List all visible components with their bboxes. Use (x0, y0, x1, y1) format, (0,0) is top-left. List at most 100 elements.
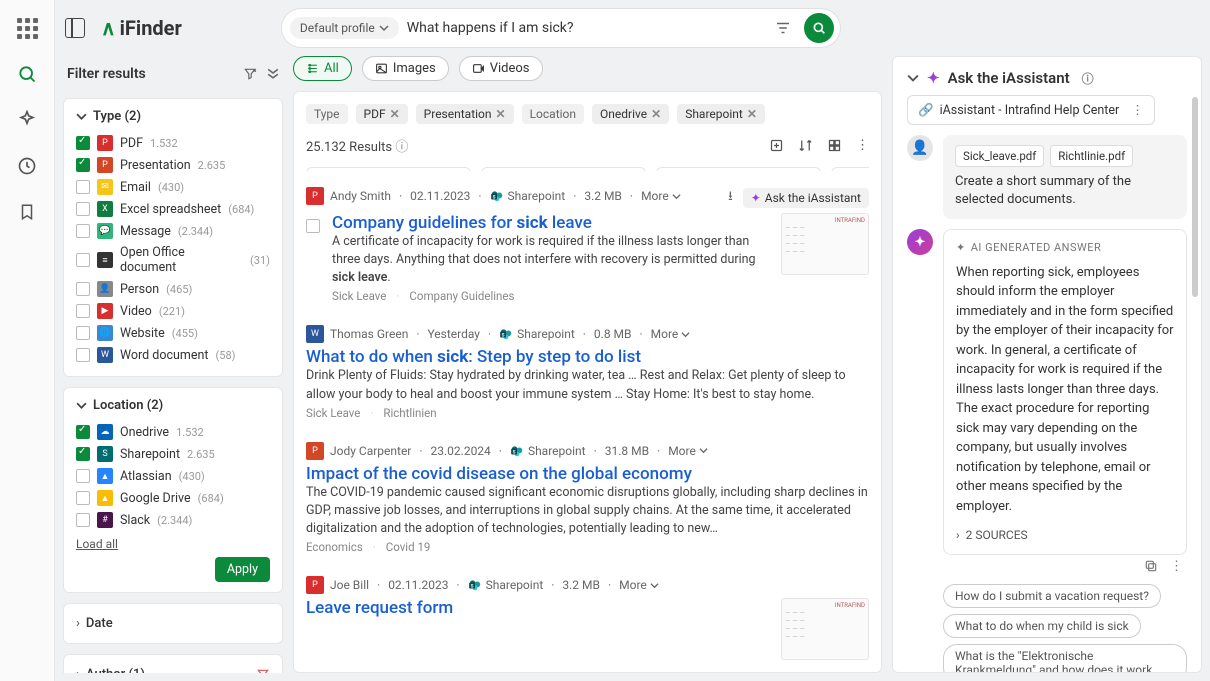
tab-videos[interactable]: Videos (459, 56, 543, 81)
collapse-filters-icon[interactable] (267, 67, 279, 81)
result-tag[interactable]: Sick Leave (332, 289, 386, 303)
result-tag[interactable]: Richtlinien (383, 406, 436, 420)
suggestion-chip[interactable]: What to do when my child is sick (943, 614, 1141, 638)
export-icon[interactable] (769, 138, 784, 153)
facet-item[interactable]: ✉ Email (430) (76, 176, 270, 198)
checkbox[interactable] (76, 180, 90, 194)
facet-item[interactable]: ▲ Atlassian (430) (76, 465, 270, 487)
checkbox[interactable] (76, 224, 90, 238)
checkbox[interactable] (76, 304, 90, 318)
doc-chip[interactable]: Richtlinie.pdf (1050, 145, 1133, 167)
chip-presentation[interactable]: Presentation✕ (416, 104, 514, 124)
facet-item[interactable]: 💬 Message (2.344) (76, 220, 270, 242)
download-icon[interactable]: ⭳ (728, 187, 733, 209)
result-tag[interactable]: Covid 19 (386, 540, 431, 554)
facet-item[interactable]: 👤 Person (465) (76, 278, 270, 300)
more-icon[interactable]: ⋮ (856, 138, 869, 153)
result-more[interactable]: More (651, 327, 691, 341)
bookmark-nav-icon[interactable] (15, 200, 39, 224)
clear-filters-icon[interactable] (243, 67, 257, 81)
facet-item[interactable]: P PDF 1.532 (76, 132, 270, 154)
facet-item[interactable]: ≡ Open Office document (31) (76, 242, 270, 278)
checkbox[interactable] (76, 253, 90, 267)
sort-icon[interactable] (256, 668, 270, 674)
facet-item[interactable]: ▶ Video (221) (76, 300, 270, 322)
person-card[interactable]: 👤 Matthias Müller Director Product Marke… (481, 167, 646, 171)
search-button[interactable] (804, 13, 834, 43)
result-thumbnail[interactable]: INTRAFIND— — —— — —— — —— — — (781, 213, 869, 275)
chip-onedrive[interactable]: Onedrive✕ (592, 104, 669, 124)
facet-label: Open Office document (120, 245, 243, 275)
facet-item[interactable]: ▲ Google Drive (684) (76, 487, 270, 509)
apply-button[interactable]: Apply (215, 557, 270, 582)
facet-item[interactable]: S Sharepoint 2.635 (76, 443, 270, 465)
facet-item[interactable]: ☁ Onedrive 1.532 (76, 421, 270, 443)
load-all-link[interactable]: Load all (76, 537, 270, 551)
chip-pdf[interactable]: PDF✕ (356, 104, 408, 124)
result-item: P Andy Smith 02.11.2023 SSharepoint 3.2 … (306, 183, 869, 303)
checkbox[interactable] (76, 491, 90, 505)
select-checkbox[interactable] (306, 219, 320, 233)
help-link[interactable]: 🔗iAssistant - Intrafind Help Center⋮ (907, 95, 1155, 125)
checkbox[interactable] (76, 447, 90, 461)
result-more[interactable]: More (668, 444, 708, 458)
person-card[interactable]: 👤 M He (831, 167, 869, 171)
assistant-nav-icon[interactable] (15, 108, 39, 132)
info-icon[interactable]: ⓘ (1082, 70, 1094, 87)
ask-assistant-button[interactable]: ✦Ask the iAssistant (743, 188, 869, 208)
person-card[interactable]: 👤 Franz Kögl Vorstand Management (306, 167, 471, 171)
profile-selector[interactable]: Default profile (290, 17, 399, 39)
result-title[interactable]: Company guidelines for sick leave (332, 213, 769, 233)
result-tag[interactable]: Company Guidelines (409, 289, 514, 303)
author-facet[interactable]: ›Author (1) (63, 654, 283, 673)
more-icon[interactable]: ⋮ (1170, 559, 1183, 574)
location-facet-header[interactable]: Location (2) (76, 398, 270, 413)
search-input[interactable] (407, 20, 766, 36)
facet-item[interactable]: P Presentation 2.635 (76, 154, 270, 176)
result-source: SSharepoint (510, 444, 586, 458)
checkbox[interactable] (76, 425, 90, 439)
checkbox[interactable] (76, 202, 90, 216)
checkbox[interactable] (76, 136, 90, 150)
checkbox[interactable] (76, 469, 90, 483)
facet-item[interactable]: X Excel spreadsheet (684) (76, 198, 270, 220)
type-facet-header[interactable]: Type (2) (76, 109, 270, 124)
checkbox[interactable] (76, 282, 90, 296)
checkbox[interactable] (76, 513, 90, 527)
person-card[interactable]: 👤 Marek Möckel Head of Product Engineeri… (656, 167, 821, 171)
facet-item[interactable]: # Slack (2.344) (76, 509, 270, 531)
sources-toggle[interactable]: › 2 SOURCES (956, 526, 1174, 544)
suggestion-chip[interactable]: How do I submit a vacation request? (943, 584, 1161, 608)
suggestion-chip[interactable]: What is the "Elektronische Krankmeldung"… (943, 644, 1187, 672)
collapse-assistant-icon[interactable] (907, 72, 919, 84)
result-thumbnail[interactable]: INTRAFIND— — —— — —— — —— — — (781, 598, 869, 660)
sort-icon[interactable] (798, 138, 813, 153)
panel-toggle-icon[interactable] (65, 18, 85, 38)
result-title[interactable]: Leave request form (306, 598, 769, 618)
more-icon[interactable]: ⋮ (1131, 102, 1144, 118)
chip-sharepoint[interactable]: Sharepoint✕ (677, 104, 765, 124)
result-more[interactable]: More (641, 189, 681, 203)
tab-images[interactable]: Images (362, 56, 449, 81)
apps-icon[interactable] (15, 16, 39, 40)
checkbox[interactable] (76, 158, 90, 172)
scrollbar[interactable] (1192, 97, 1198, 297)
facet-item[interactable]: W Word document (58) (76, 344, 270, 366)
result-more[interactable]: More (619, 578, 659, 592)
result-tag[interactable]: Economics (306, 540, 363, 554)
copy-icon[interactable] (1144, 559, 1158, 574)
history-nav-icon[interactable] (15, 154, 39, 178)
result-title[interactable]: What to do when sick: Step by step to do… (306, 347, 869, 367)
checkbox[interactable] (76, 326, 90, 340)
result-tag[interactable]: Sick Leave (306, 406, 360, 420)
tab-all[interactable]: All (293, 56, 352, 81)
facet-item[interactable]: 🌐 Website (455) (76, 322, 270, 344)
checkbox[interactable] (76, 348, 90, 362)
filter-icon[interactable] (774, 19, 792, 37)
doc-chip[interactable]: Sick_leave.pdf (955, 145, 1044, 167)
result-snippet: Drink Plenty of Fluids: Stay hydrated by… (306, 367, 869, 403)
date-facet[interactable]: ›Date (63, 603, 283, 644)
view-icon[interactable] (827, 138, 842, 153)
result-title[interactable]: Impact of the covid disease on the globa… (306, 464, 869, 484)
search-nav-icon[interactable] (15, 62, 39, 86)
